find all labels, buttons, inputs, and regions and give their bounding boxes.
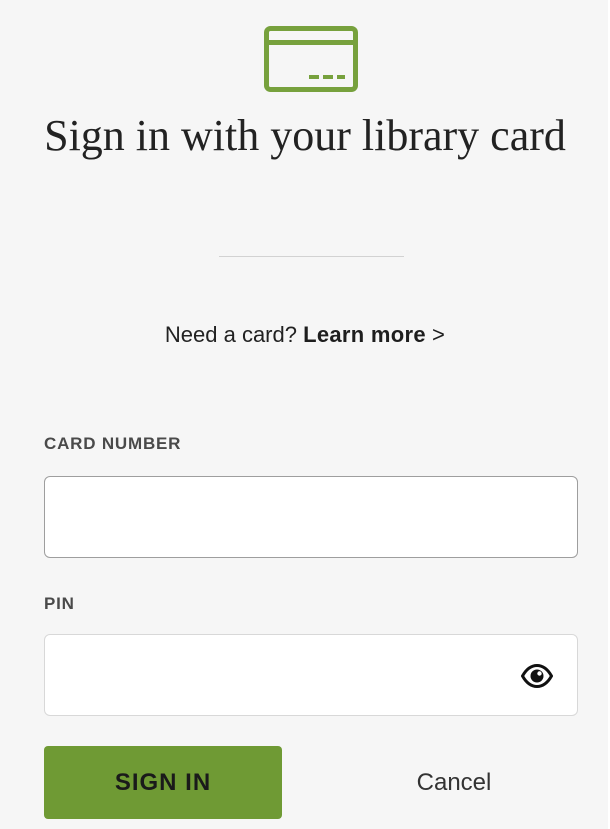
need-card-prompt: Need a card? bbox=[164, 322, 297, 347]
card-number-field[interactable] bbox=[44, 476, 578, 558]
eye-icon[interactable] bbox=[521, 663, 553, 689]
card-number-label: CARD NUMBER bbox=[44, 434, 182, 453]
need-card-line: Need a card? Learn more > bbox=[0, 320, 610, 350]
pin-input[interactable] bbox=[45, 635, 577, 715]
cancel-button[interactable]: Cancel bbox=[370, 746, 538, 819]
pin-field[interactable] bbox=[44, 634, 578, 716]
page-title: Sign in with your library card bbox=[44, 111, 566, 160]
sign-in-button[interactable]: SIGN IN bbox=[44, 746, 282, 819]
learn-more-link[interactable]: Learn more > bbox=[303, 322, 445, 347]
title-divider bbox=[219, 256, 404, 257]
pin-label: PIN bbox=[44, 594, 75, 613]
chevron-right-icon: > bbox=[431, 322, 446, 347]
card-number-input[interactable] bbox=[45, 477, 577, 557]
library-card-icon bbox=[264, 26, 358, 92]
learn-more-label: Learn more bbox=[303, 322, 426, 347]
